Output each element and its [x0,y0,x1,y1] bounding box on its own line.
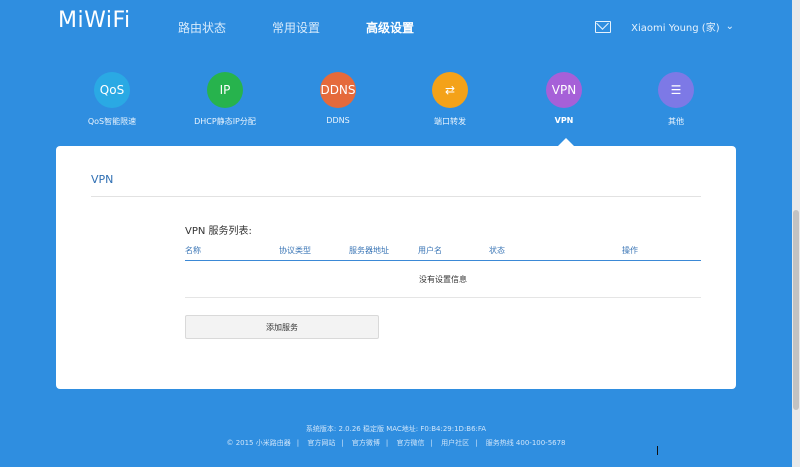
ddns-icon[interactable]: DDNS [320,72,356,108]
feature-label: 其他 [668,117,684,126]
active-pointer [558,138,574,146]
nav-common-settings[interactable]: 常用设置 [272,19,320,36]
table-header: 名称 协议类型 服务器地址 用户名 状态 操作 [185,245,701,261]
user-menu[interactable]: Xiaomi Young (家) ⌄ [595,19,734,34]
port-forward-icon[interactable]: ⇄ [432,72,468,108]
ip-icon[interactable]: IP [207,72,243,108]
footer-link-weibo[interactable]: 官方微博 [352,439,380,447]
chevron-down-icon[interactable]: ⌄ [726,21,734,32]
feature-dhcp[interactable]: IP DHCP静态IP分配 [170,72,280,127]
vpn-icon[interactable]: VPN [546,72,582,108]
feature-label: VPN [554,116,574,125]
divider [91,196,701,197]
col-protocol: 协议类型 [279,246,311,255]
feature-label: 端口转发 [434,117,466,126]
col-actions: 操作 [622,246,638,255]
feature-label: DHCP静态IP分配 [194,117,256,126]
scrollbar-thumb[interactable] [793,210,799,410]
mail-icon[interactable] [595,20,612,33]
footer-link-wechat[interactable]: 官方微信 [397,439,425,447]
qos-icon[interactable]: QoS [94,72,130,108]
feature-vpn[interactable]: VPN VPN [509,72,619,125]
main-nav: 路由状态 常用设置 高级设置 [178,19,414,36]
panel-title: VPN [91,173,114,186]
empty-row: 没有设置信息 [185,262,701,298]
nav-advanced-settings[interactable]: 高级设置 [366,19,414,36]
footer-links: © 2015 小米路由器 | 官方网站 | 官方微博 | 官方微信 | 用户社区 | 服务… [226,439,566,447]
footer-copyright[interactable]: © 2015 小米路由器 [226,439,290,447]
feature-label: QoS智能限速 [87,117,137,126]
col-name: 名称 [185,246,201,255]
feature-port-forward[interactable]: ⇄ 端口转发 [395,72,505,127]
scrollbar[interactable] [792,0,800,467]
menu-icon[interactable]: ☰ [658,72,694,108]
footer-version: 系统版本: 2.0.26 稳定版 MAC地址: F0:B4:29:1D:B6:F… [305,425,487,433]
nav-router-status[interactable]: 路由状态 [178,19,226,36]
username[interactable]: Xiaomi Young (家) [631,19,719,34]
add-service-button[interactable]: 添加服务 [185,315,379,339]
list-title: VPN 服务列表: [185,226,252,237]
text-cursor [657,446,658,455]
feature-ddns[interactable]: DDNS DDNS [283,72,393,125]
feature-other[interactable]: ☰ 其他 [621,72,731,127]
col-username: 用户名 [418,246,442,255]
logo: MiWiFi [58,8,131,33]
vpn-panel: VPN VPN 服务列表: 名称 协议类型 服务器地址 用户名 状态 操作 没有… [56,146,736,389]
footer-link-community[interactable]: 用户社区 [441,439,469,447]
col-server: 服务器地址 [349,246,389,255]
footer-link-website[interactable]: 官方网站 [307,439,335,447]
feature-qos[interactable]: QoS QoS智能限速 [57,72,167,127]
col-status: 状态 [489,246,505,255]
feature-label: DDNS [326,116,350,125]
footer-hotline[interactable]: 服务热线 400-100-5678 [486,439,566,447]
